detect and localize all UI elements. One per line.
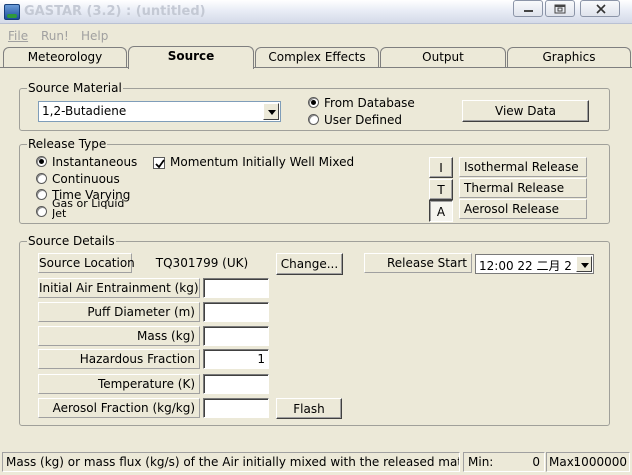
thermal-key-button[interactable]: T	[429, 179, 453, 200]
close-icon	[596, 4, 606, 14]
release-start-picker[interactable]: 12:00 22 二月 2	[475, 254, 594, 274]
change-location-button[interactable]: Change...	[276, 253, 343, 275]
mass-label: Mass (kg)	[38, 326, 200, 346]
release-type-label: Release Type	[27, 137, 108, 151]
source-location-label: Source Location	[38, 253, 135, 273]
temperature-field[interactable]	[203, 374, 269, 394]
view-data-button[interactable]: View Data	[462, 100, 589, 122]
checkmark-icon	[155, 159, 165, 169]
aerosol-fraction-label: Aerosol Fraction (kg/kg)	[38, 398, 200, 418]
chevron-down-icon[interactable]	[263, 103, 279, 120]
tab-graphics[interactable]: Graphics	[507, 47, 631, 67]
status-min-label: Min:	[468, 455, 494, 469]
flash-button[interactable]: Flash	[276, 398, 342, 419]
menu-help[interactable]: Help	[81, 29, 108, 43]
minimize-icon	[524, 10, 533, 12]
time-varying-radio[interactable]	[36, 189, 47, 200]
puff-diameter-label: Puff Diameter (m)	[38, 302, 200, 322]
restore-icon	[554, 4, 566, 14]
menu-file[interactable]: File	[8, 29, 28, 43]
app-icon	[4, 4, 20, 20]
release-start-value: 12:00 22 二月 2	[479, 259, 572, 273]
temperature-label: Temperature (K)	[38, 374, 200, 394]
instantaneous-label: Instantaneous	[52, 155, 138, 169]
source-location-value: TQ301799 (UK)	[134, 253, 270, 273]
from-database-radio[interactable]	[308, 97, 319, 108]
continuous-radio[interactable]	[36, 173, 47, 184]
status-max-value: 1000000	[573, 455, 627, 469]
aerosol-key-button[interactable]: A	[429, 200, 453, 222]
air-entrainment-field[interactable]	[203, 278, 269, 298]
status-max-pane: Max: 1000000	[546, 452, 630, 472]
user-defined-label: User Defined	[324, 113, 402, 127]
material-combobox[interactable]: 1,2-Butadiene	[38, 101, 281, 122]
tab-panel-border	[0, 67, 632, 68]
hazardous-fraction-field[interactable]: 1	[203, 349, 269, 369]
continuous-label: Continuous	[52, 172, 120, 186]
release-start-label: Release Start	[364, 253, 472, 273]
status-min-value: 0	[532, 455, 540, 469]
close-button[interactable]	[580, 0, 620, 17]
hazardous-fraction-label: Hazardous Fraction	[38, 349, 200, 369]
source-details-label: Source Details	[27, 234, 116, 248]
status-min-pane: Min: 0	[463, 452, 545, 472]
tab-source[interactable]: Source	[128, 46, 254, 69]
title-bar[interactable]: GASTAR (3.2) : (untitled)	[0, 0, 632, 24]
gas-or-liquid-jet-label: Gas or Liquid Jet	[52, 199, 125, 220]
menu-run[interactable]: Run!	[41, 29, 69, 43]
isothermal-release-label: Isothermal Release	[459, 157, 587, 177]
momentum-checkbox[interactable]	[153, 157, 165, 169]
minimize-button[interactable]	[513, 0, 543, 17]
user-defined-radio[interactable]	[308, 114, 319, 125]
aerosol-release-label: Aerosol Release	[459, 199, 587, 219]
window-title: GASTAR (3.2) : (untitled)	[24, 4, 206, 19]
menu-bar: File Run! Help	[0, 26, 632, 46]
source-material-label: Source Material	[27, 81, 123, 95]
restore-button[interactable]	[545, 0, 575, 17]
tab-output[interactable]: Output	[380, 47, 506, 67]
puff-diameter-field[interactable]	[203, 302, 269, 322]
momentum-label: Momentum Initially Well Mixed	[170, 155, 355, 169]
material-value: 1,2-Butadiene	[42, 104, 127, 118]
from-database-label: From Database	[324, 96, 415, 110]
status-message: Mass (kg) or mass flux (kg/s) of the Air…	[2, 452, 460, 472]
tab-complex-effects[interactable]: Complex Effects	[255, 47, 379, 67]
air-entrainment-label: Initial Air Entrainment (kg)	[38, 278, 200, 298]
mass-field[interactable]	[203, 326, 269, 346]
tab-meteorology[interactable]: Meteorology	[3, 47, 127, 67]
aerosol-fraction-field[interactable]	[203, 398, 269, 418]
instantaneous-radio[interactable]	[36, 156, 47, 167]
gas-or-liquid-jet-radio[interactable]	[36, 206, 47, 217]
chevron-down-icon[interactable]	[576, 256, 592, 272]
thermal-release-label: Thermal Release	[459, 178, 587, 198]
isothermal-key-button[interactable]: I	[429, 157, 453, 178]
